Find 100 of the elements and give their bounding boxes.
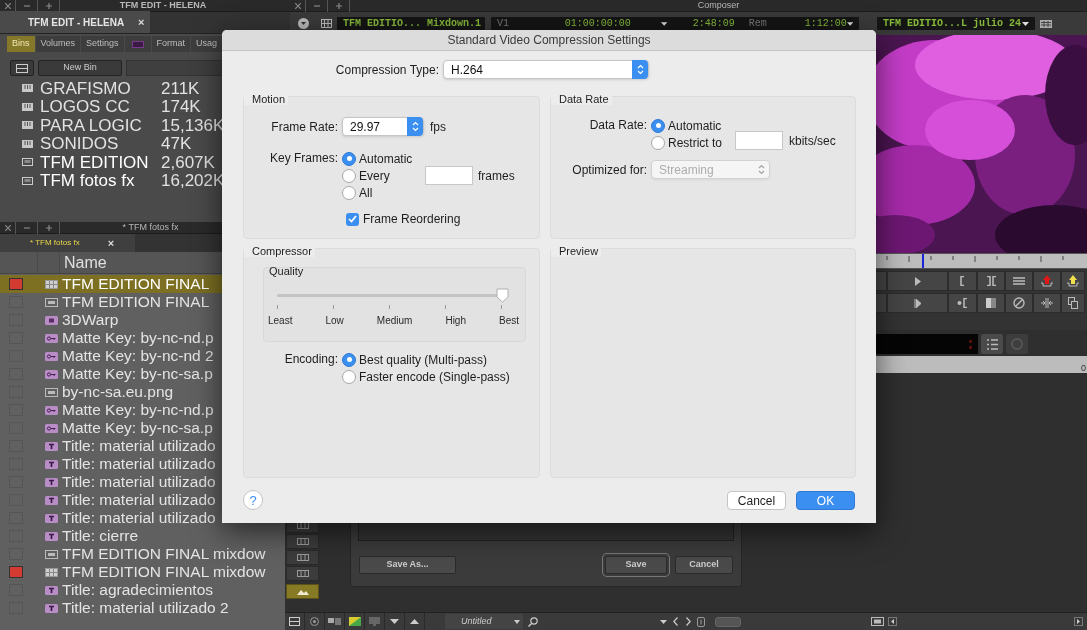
tick-label: Medium: [376, 314, 413, 328]
stripes-icon: [1013, 277, 1025, 285]
radio-option[interactable]: Restrict to: [651, 134, 735, 151]
gradient-square-icon: [986, 298, 996, 308]
extract-button[interactable]: [1061, 271, 1085, 291]
rows-icon: [16, 63, 28, 73]
go-to-in-button[interactable]: [948, 293, 977, 313]
lift-button[interactable]: [1033, 271, 1061, 291]
trim-button[interactable]: [1033, 293, 1061, 313]
panel-button[interactable]: Cancel: [675, 556, 733, 574]
bin-name[interactable]: GRAFISMO: [40, 79, 161, 97]
remaining-label: Rem: [748, 17, 768, 31]
checkbox-option[interactable]: Frame Reordering: [346, 210, 539, 228]
bin-name[interactable]: SONIDOS: [40, 135, 161, 153]
tab[interactable]: Usag: [191, 36, 223, 52]
slot-icon[interactable]: [697, 616, 705, 627]
caret-icon: [1022, 21, 1029, 26]
name-column-header[interactable]: Name: [64, 250, 107, 275]
play-to-end-icon: [913, 298, 922, 308]
radio-button[interactable]: [651, 135, 665, 150]
tab[interactable]: Settings: [81, 36, 124, 52]
effect-button[interactable]: [977, 293, 1005, 313]
key-icon: [45, 333, 58, 343]
radio-option[interactable]: All: [342, 184, 425, 201]
popup-button[interactable]: 29.97: [342, 117, 424, 136]
mark-in-button[interactable]: [948, 271, 977, 291]
splice-button[interactable]: [1005, 271, 1033, 291]
key-icon: [45, 405, 58, 415]
back-icon[interactable]: [673, 617, 678, 626]
radio-button[interactable]: [342, 168, 356, 183]
tool-button[interactable]: [286, 584, 319, 599]
dialog-button[interactable]: Cancel: [727, 490, 786, 510]
input-field[interactable]: [735, 131, 783, 150]
bin-name[interactable]: PARA LOGIC: [40, 116, 161, 134]
new-bin-button[interactable]: New Bin: [38, 60, 122, 76]
up-arrow-icon: [1067, 275, 1079, 287]
radio-option[interactable]: Every: [342, 167, 425, 184]
title-tool-icon: [45, 495, 58, 505]
layout-button[interactable]: [10, 60, 34, 76]
tab[interactable]: Bins: [7, 36, 35, 52]
clip-name: Title: material utilizado: [62, 510, 216, 526]
stepper-icon: [411, 121, 419, 132]
tab[interactable]: TFM EDIT - HELENA ×: [0, 11, 150, 33]
monitor-icon: [131, 40, 144, 48]
panel-button[interactable]: Save As...: [359, 556, 456, 574]
timeline-ruler[interactable]: [875, 253, 1087, 269]
list-button[interactable]: [981, 334, 1003, 354]
keyboard-icon[interactable]: [1040, 19, 1052, 28]
radio-button[interactable]: [342, 185, 356, 200]
play-icon: [914, 276, 921, 286]
radio-button[interactable]: [651, 118, 665, 133]
radio-button[interactable]: [342, 151, 356, 166]
play-to-end-button[interactable]: [887, 293, 948, 313]
minimize-icon: [313, 4, 320, 7]
radio-option[interactable]: Automatic: [651, 117, 735, 134]
minimize-icon: [23, 226, 30, 229]
checkbox[interactable]: [346, 212, 359, 226]
bin-name[interactable]: TFM EDITION: [40, 153, 161, 171]
bin-view-name: Untitled: [461, 614, 492, 628]
caret-icon[interactable]: [660, 619, 667, 624]
popup-button[interactable]: H.264: [443, 60, 649, 79]
radio-option[interactable]: Faster encode (Single-pass): [342, 368, 510, 385]
slider-thumb[interactable]: [496, 288, 509, 303]
panel-button[interactable]: Save: [605, 556, 667, 574]
dropdown[interactable]: TFM EDITIO...L julio 24: [876, 16, 1036, 31]
radio-option[interactable]: Automatic: [342, 150, 425, 167]
double-bracket-icon: [985, 276, 997, 286]
dropdown-value: TFM EDITIO...L julio 24: [883, 17, 1022, 31]
tab[interactable]: Format: [151, 36, 191, 52]
title-tool-icon: [45, 477, 58, 487]
dialog-button[interactable]: OK: [796, 490, 855, 510]
clip-name: TFM EDITION FINAL: [62, 294, 210, 310]
monitors-button[interactable]: [325, 613, 345, 630]
radio-option[interactable]: Best quality (Multi-pass): [342, 351, 510, 368]
scroll-right-icon[interactable]: [1074, 617, 1083, 626]
check-icon: [348, 215, 357, 223]
clear-button[interactable]: [1005, 293, 1033, 313]
menu-circle-icon[interactable]: [298, 18, 309, 29]
play-button[interactable]: [887, 271, 948, 291]
plus-icon: [45, 224, 52, 231]
tab[interactable]: Volumes: [35, 36, 81, 52]
radio-button[interactable]: [342, 369, 356, 384]
bin-name[interactable]: LOGOS CC: [40, 98, 161, 116]
tab[interactable]: * TFM fotos fx ×: [0, 234, 135, 252]
copy-button[interactable]: [1061, 293, 1085, 313]
help-button[interactable]: ?: [243, 490, 263, 510]
minimize-icon: [23, 4, 30, 7]
mark-clip-button[interactable]: [977, 271, 1005, 291]
mountain-icon: [296, 588, 309, 595]
tab-close[interactable]: ×: [138, 13, 145, 31]
bin-name[interactable]: TFM fotos fx: [40, 172, 161, 190]
forward-icon[interactable]: [686, 617, 691, 626]
target-icon: [310, 617, 319, 626]
input-field[interactable]: [425, 166, 473, 185]
scroll-left-icon[interactable]: [888, 617, 897, 626]
search-icon[interactable]: [528, 616, 538, 627]
tab-close[interactable]: ×: [107, 234, 115, 252]
bin-view-dropdown[interactable]: Untitled: [445, 614, 523, 629]
radio-button[interactable]: [342, 352, 356, 367]
film-icon[interactable]: [871, 617, 884, 626]
